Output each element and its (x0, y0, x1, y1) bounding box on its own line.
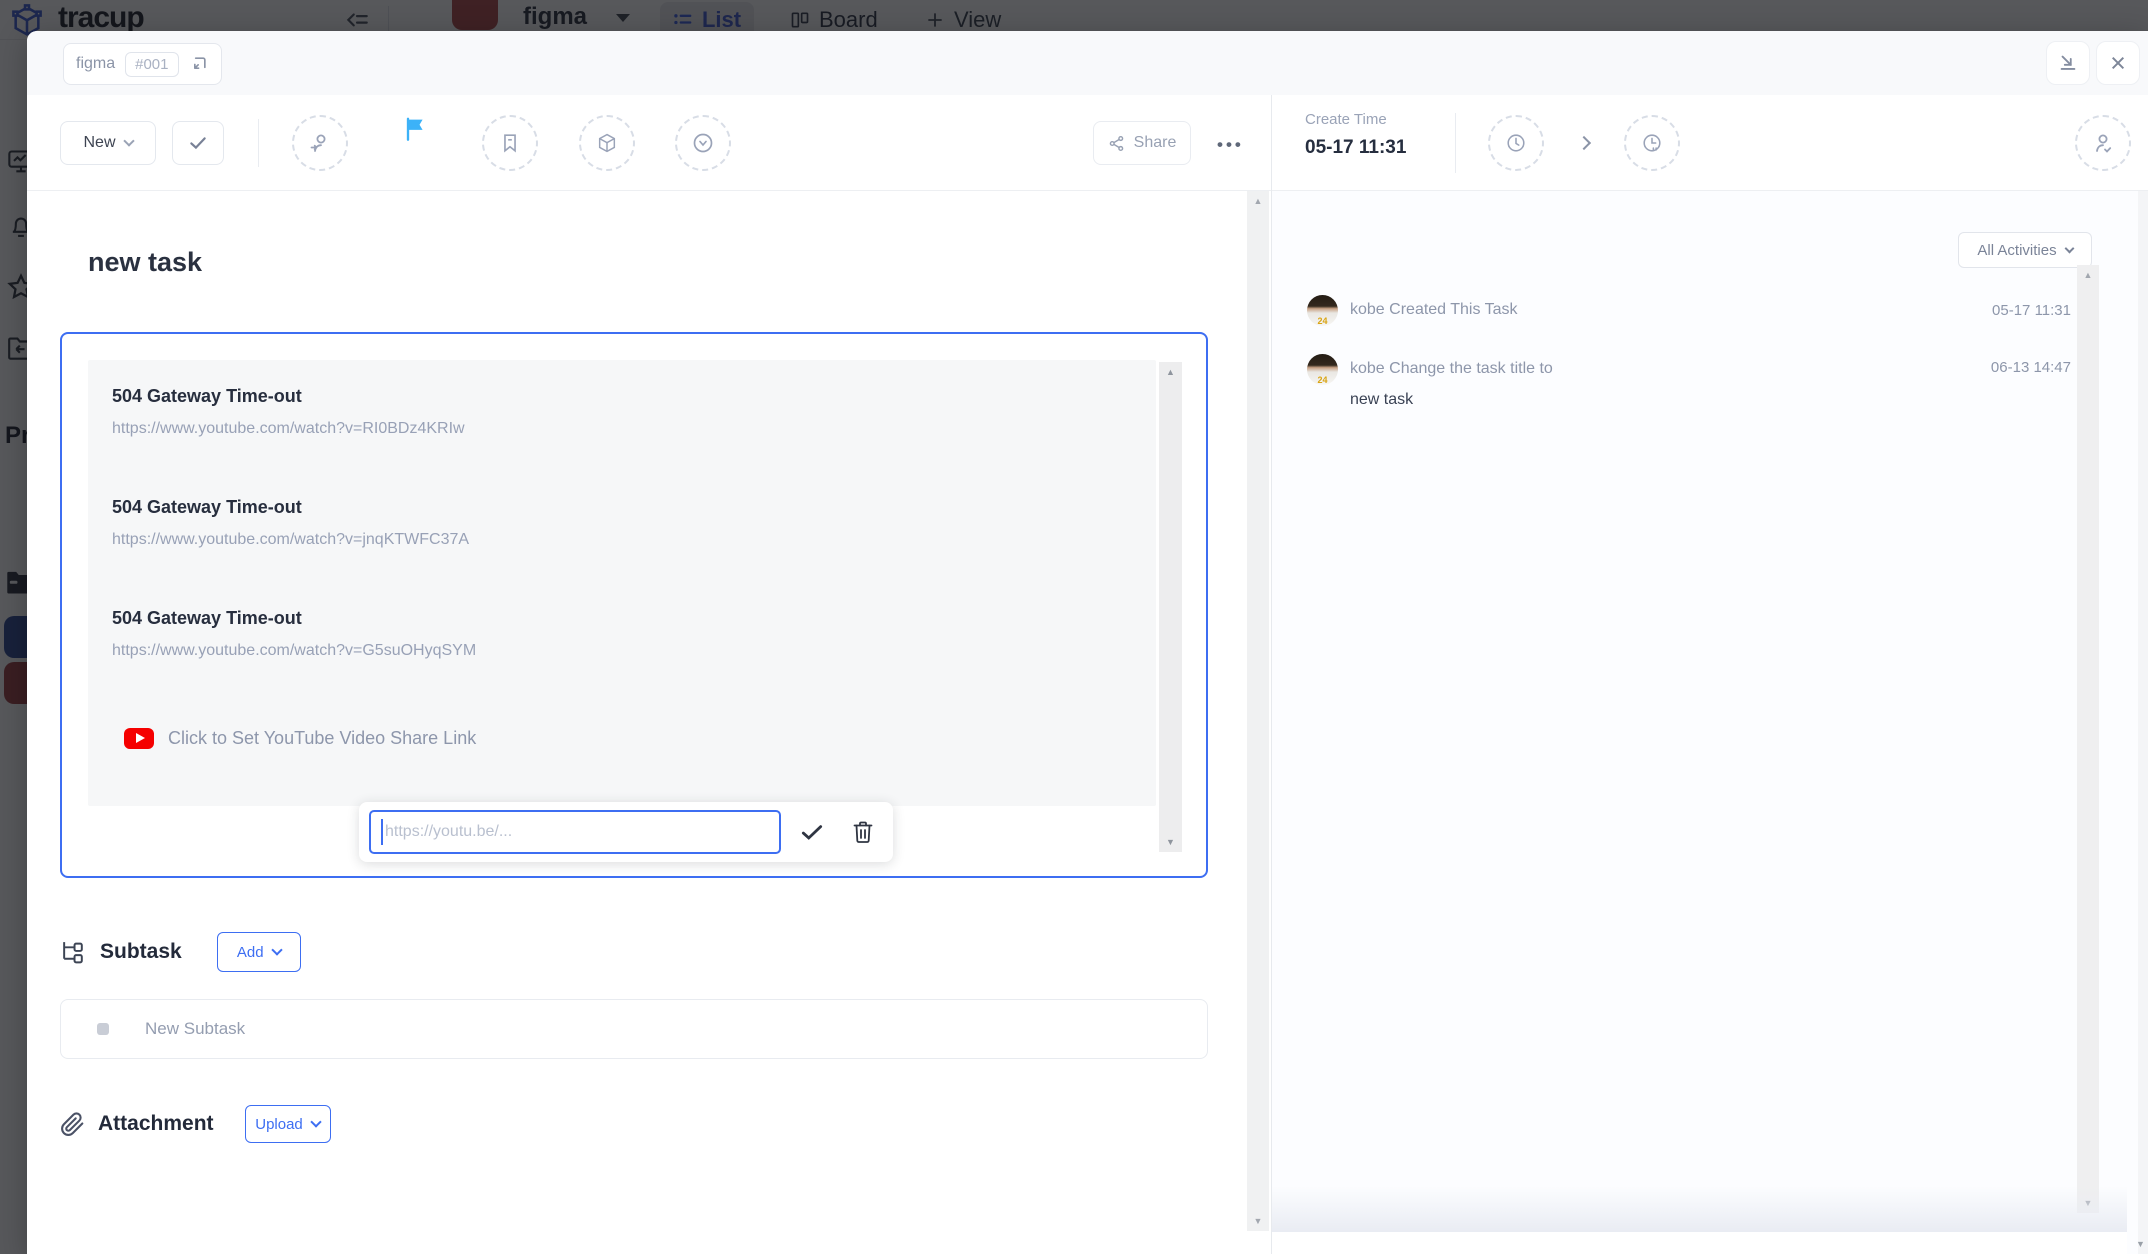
bookmark-tag-button[interactable] (482, 115, 538, 171)
toolbar-divider (258, 119, 259, 167)
youtube-icon (124, 728, 154, 749)
window-edge-scrollbar[interactable]: ▼ (2138, 191, 2148, 1254)
video-list-scrollbar[interactable]: ▲ ▼ (1159, 362, 1182, 852)
task-detail-modal: figma #001 × New (27, 31, 2148, 1254)
priority-flag-icon[interactable] (401, 115, 429, 143)
meta-divider (1455, 113, 1456, 173)
video-url-link[interactable]: https://www.youtube.com/watch?v=G5suOHyq… (112, 642, 476, 660)
check-icon (188, 133, 208, 153)
avatar[interactable]: 24 (1307, 354, 1338, 385)
more-options-button[interactable]: ••• (1217, 135, 1244, 155)
arrow-right-icon (1579, 135, 1589, 153)
subtask-heading: Subtask (100, 940, 182, 964)
status-new-button[interactable]: New (60, 121, 156, 165)
video-list: 504 Gateway Time-out https://www.youtube… (88, 360, 1156, 806)
scroll-down-arrow[interactable]: ▼ (1159, 837, 1182, 847)
confirm-link-button[interactable] (791, 812, 832, 852)
version-cube-button[interactable] (579, 115, 635, 171)
activity-time: 06-13 14:47 (1991, 359, 2071, 376)
task-id-badge: #001 (125, 52, 178, 77)
user-check-icon (2091, 131, 2115, 155)
due-time-button[interactable] (1624, 115, 1680, 171)
bookmark-icon (499, 132, 521, 154)
youtube-link-input[interactable] (369, 810, 781, 854)
text-caret (381, 819, 383, 845)
scroll-down-arrow[interactable]: ▼ (1247, 1216, 1269, 1226)
activity-panel: All Activities 24 kobe Created This Task… (1272, 191, 2148, 1254)
subtask-section-header: Subtask Add (60, 932, 301, 972)
scroll-up-arrow[interactable]: ▲ (1159, 367, 1182, 377)
modal-header: figma #001 × (27, 31, 2148, 95)
close-modal-button[interactable]: × (2096, 41, 2140, 85)
clock-pause-icon (1641, 132, 1663, 154)
activity-text: kobe Change the task title to (1350, 360, 1553, 378)
create-time-value: 05-17 11:31 (1305, 137, 1406, 159)
scroll-down-arrow[interactable]: ▼ (2136, 1239, 2145, 1249)
scroll-up-arrow[interactable]: ▲ (2077, 270, 2099, 280)
set-youtube-link-button[interactable]: Click to Set YouTube Video Share Link (124, 728, 476, 749)
delete-link-button[interactable] (842, 812, 883, 852)
video-url-link[interactable]: https://www.youtube.com/watch?v=RI0BDz4K… (112, 420, 465, 438)
paperclip-icon (60, 1112, 85, 1137)
avatar[interactable]: 24 (1307, 295, 1338, 326)
modal-toolbar: New Share ••• Create Time 05-17 11:31 (27, 95, 2148, 191)
attachment-heading: Attachment (98, 1112, 214, 1136)
activities-filter-dropdown[interactable]: All Activities (1958, 232, 2092, 268)
assignee-button[interactable] (292, 115, 348, 171)
add-subtask-button[interactable]: Add (217, 932, 301, 972)
chevron-down-icon (310, 1116, 321, 1127)
breadcrumb-project: figma (76, 55, 115, 73)
start-time-button[interactable] (1488, 115, 1544, 171)
main-content-scrollbar[interactable]: ▲ ▼ (1247, 191, 1269, 1231)
confirm-check-icon (799, 819, 825, 845)
activity-time: 05-17 11:31 (1992, 302, 2071, 319)
task-breadcrumb-chip[interactable]: figma #001 (63, 43, 222, 85)
open-in-full-icon[interactable] (189, 54, 209, 74)
assign-user-icon (308, 131, 332, 155)
circle-check-icon (691, 131, 715, 155)
activity-bottom-strip (1272, 1232, 2127, 1254)
attachment-section-header: Attachment Upload (60, 1105, 331, 1143)
video-url-link[interactable]: https://www.youtube.com/watch?v=jnqKTWFC… (112, 531, 469, 549)
youtube-link-editor (359, 802, 893, 862)
link-input-wrap (369, 810, 781, 854)
scroll-up-arrow[interactable]: ▲ (1247, 196, 1269, 206)
activity-text: kobe Created This Task (1350, 301, 1518, 319)
activity-bottom-fade (1272, 1186, 2127, 1232)
chevron-down-icon (271, 944, 282, 955)
upload-attachment-button[interactable]: Upload (245, 1105, 331, 1143)
trash-icon (851, 819, 875, 846)
chevron-down-icon (2064, 243, 2074, 253)
video-title: 504 Gateway Time-out (112, 386, 302, 407)
task-title[interactable]: new task (88, 247, 202, 278)
clock-icon (1505, 132, 1527, 154)
subtask-checkbox[interactable] (97, 1023, 109, 1035)
share-button[interactable]: Share (1093, 121, 1191, 165)
cube-icon (596, 132, 618, 154)
new-subtask-placeholder[interactable]: New Subtask (145, 1019, 245, 1039)
minimize-icon (2057, 52, 2079, 74)
follower-button[interactable] (2075, 115, 2131, 171)
video-title: 504 Gateway Time-out (112, 497, 302, 518)
activity-scrollbar[interactable]: ▲ ▼ (2077, 265, 2099, 1213)
activity-detail: new task (1350, 391, 1413, 409)
chevron-down-icon (123, 135, 134, 146)
youtube-links-widget: 504 Gateway Time-out https://www.youtube… (60, 332, 1208, 878)
check-circle-button[interactable] (675, 115, 731, 171)
new-subtask-row[interactable]: New Subtask (60, 999, 1208, 1059)
share-icon (1108, 135, 1125, 152)
subtask-tree-icon (60, 939, 87, 966)
video-title: 504 Gateway Time-out (112, 608, 302, 629)
create-time-label: Create Time (1305, 111, 1387, 128)
minimize-modal-button[interactable] (2046, 41, 2090, 85)
complete-task-button[interactable] (172, 121, 224, 165)
